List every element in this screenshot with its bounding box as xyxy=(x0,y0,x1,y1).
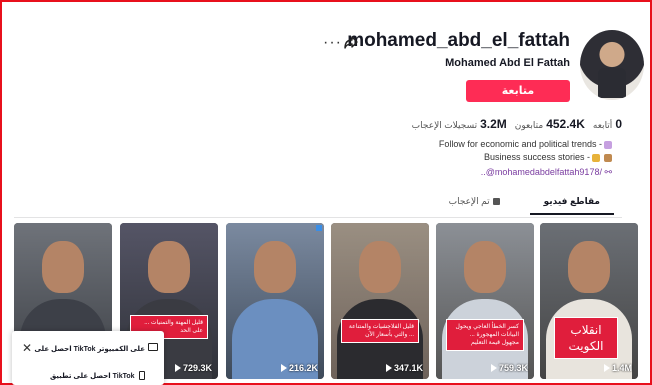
tab-divider xyxy=(14,217,622,218)
play-icon xyxy=(280,364,287,372)
bio-line-2: Business success stories - xyxy=(484,152,614,162)
link-icon: ⚯ xyxy=(601,167,612,177)
stat-following[interactable]: 0أتابعه xyxy=(593,117,622,131)
view-count: 729.3K xyxy=(174,363,212,373)
video-caption: كسر الخطأ العاجي ويحول البيانات المهجورة… xyxy=(446,319,524,351)
person-emoji-icon xyxy=(604,153,612,162)
avatar[interactable] xyxy=(580,30,644,100)
follow-button[interactable]: متابعة xyxy=(466,80,570,102)
medal-emoji-icon xyxy=(592,153,600,162)
profile-tabs: مقاطع فيديو تم الإعجاب xyxy=(449,196,614,215)
play-icon xyxy=(490,364,497,372)
bio-link[interactable]: ..@mohamedabdelfattah9178/ ⚯ xyxy=(481,167,612,178)
video-card[interactable]: انقلاب الكويت 1.4M xyxy=(540,223,638,379)
play-icon xyxy=(603,364,610,372)
tab-liked[interactable]: تم الإعجاب xyxy=(449,196,500,215)
close-icon[interactable]: ✕ xyxy=(22,341,32,355)
stat-likes: 3.2Mتسجيلات الإعجاب xyxy=(411,117,507,131)
lock-icon xyxy=(492,198,500,206)
get-desktop-link[interactable]: احصل على TikTok على الكمبيوتر xyxy=(34,343,158,353)
get-app-popup: ✕ احصل على TikTok على الكمبيوتر احصل على… xyxy=(12,331,164,385)
video-card[interactable]: 216.2K xyxy=(226,223,324,379)
view-count: 759.3K xyxy=(490,363,528,373)
tab-videos[interactable]: مقاطع فيديو xyxy=(529,196,614,215)
video-card[interactable]: قليل الفلاجشيات والمتناعة ... والتي بأسع… xyxy=(331,223,429,379)
share-icon[interactable] xyxy=(343,34,359,50)
phone-icon xyxy=(138,371,145,380)
pen-emoji-icon xyxy=(604,140,612,149)
video-caption: قليل الفلاجشيات والمتناعة ... والتي بأسع… xyxy=(341,319,419,343)
get-app-link[interactable]: احصل على تطبيق TikTok xyxy=(50,371,145,380)
ad-badge-icon xyxy=(316,225,322,231)
more-icon[interactable]: ··· xyxy=(323,34,342,52)
username: mohamed_abd_el_fattah xyxy=(347,30,570,51)
play-icon xyxy=(174,364,181,372)
bio-line-1: Follow for economic and political trends… xyxy=(439,139,614,149)
view-count: 1.4M xyxy=(603,363,632,373)
display-name: Mohamed Abd El Fattah xyxy=(445,57,570,69)
stat-followers[interactable]: 452.4Kمتابعون xyxy=(515,117,585,131)
video-card[interactable]: كسر الخطأ العاجي ويحول البيانات المهجورة… xyxy=(436,223,534,379)
profile-stats: 0أتابعه 452.4Kمتابعون 3.2Mتسجيلات الإعجا… xyxy=(412,117,622,131)
view-count: 347.1K xyxy=(385,363,423,373)
play-icon xyxy=(385,364,392,372)
view-count: 216.2K xyxy=(280,363,318,373)
monitor-icon xyxy=(148,343,158,351)
video-caption: انقلاب الكويت xyxy=(554,317,618,359)
